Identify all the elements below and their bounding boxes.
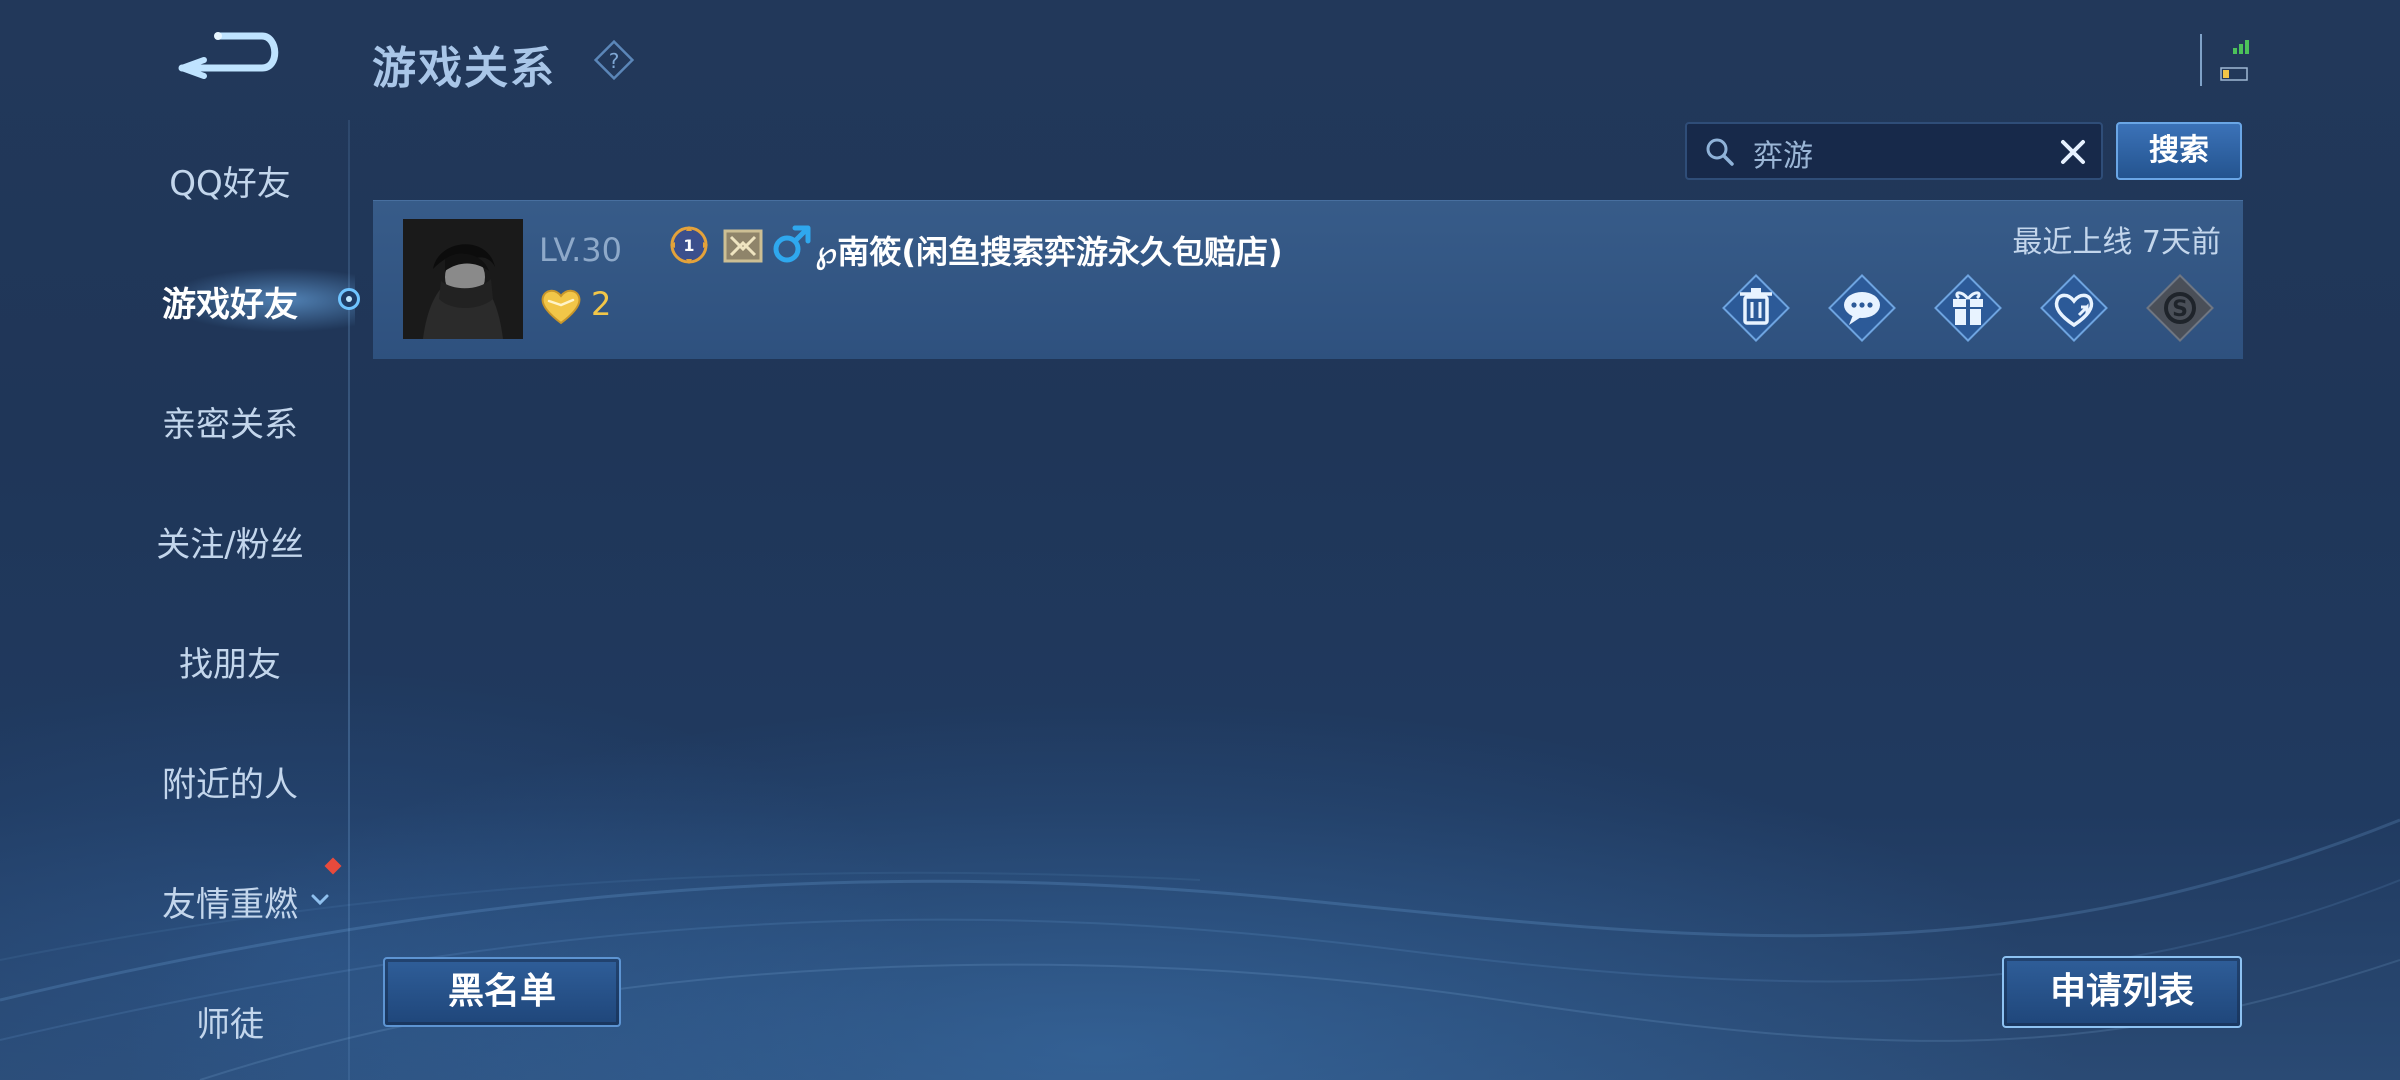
search-input[interactable] [1751, 132, 2035, 174]
blacklist-button[interactable]: 黑名单 [383, 957, 621, 1027]
sidebar-item-game-friends[interactable]: 游戏好友 [80, 277, 380, 326]
friend-nickname: ℘南筱(闲鱼搜索弈游永久包赔店) [815, 233, 1283, 271]
intimacy-count: 2 [591, 285, 612, 323]
intimacy-icon[interactable] [2037, 271, 2111, 345]
friend-list-item[interactable]: LV.30 2 1 ℘南筱(闲鱼搜索弈游永久包赔店) 最近上线 7天前 S [373, 200, 2243, 359]
male-gender-icon [773, 225, 811, 263]
sidebar-item-intimate-relations[interactable]: 亲密关系 [80, 397, 380, 446]
last-online-status: 最近上线 7天前 [2012, 225, 2221, 260]
sidebar-item-rekindle-friendship[interactable]: 友情重燃 [80, 877, 380, 926]
gift-icon[interactable] [1931, 271, 2005, 345]
search-button[interactable]: 搜索 [2116, 122, 2242, 180]
avatar[interactable] [403, 219, 523, 339]
notification-dot [324, 857, 342, 875]
rank-badge-icon: 1 [670, 226, 708, 264]
svg-text:1: 1 [683, 236, 694, 255]
svg-text:?: ? [609, 49, 620, 73]
chat-icon[interactable] [1825, 271, 1899, 345]
svg-text:S: S [2172, 297, 2188, 322]
page-title: 游戏关系 [372, 43, 556, 94]
sidebar-item-find-friends[interactable]: 找朋友 [80, 637, 380, 686]
back-arrow-icon[interactable] [170, 22, 290, 92]
heart-icon [541, 289, 581, 325]
sidebar-item-follow-fans[interactable]: 关注/粉丝 [80, 517, 380, 566]
request-list-button[interactable]: 申请列表 [2002, 956, 2242, 1028]
sidebar-item-qq-friends[interactable]: QQ好友 [80, 156, 380, 205]
sidebar-item-mentorship[interactable]: 师徒 [80, 997, 380, 1046]
chevron-down-icon[interactable] [308, 888, 332, 912]
search-box [1685, 122, 2103, 180]
achievement-frame-icon [723, 229, 763, 263]
search-icon [1706, 138, 1734, 166]
player-level: LV.30 [539, 231, 622, 269]
delete-icon[interactable] [1719, 271, 1793, 345]
sidebar-item-nearby[interactable]: 附近的人 [80, 757, 380, 806]
close-icon[interactable] [2059, 138, 2087, 166]
avatar-image [403, 219, 523, 339]
coin-icon[interactable]: S [2143, 271, 2217, 345]
signal-battery-icon [2200, 34, 2249, 86]
question-icon[interactable]: ? [592, 38, 636, 82]
